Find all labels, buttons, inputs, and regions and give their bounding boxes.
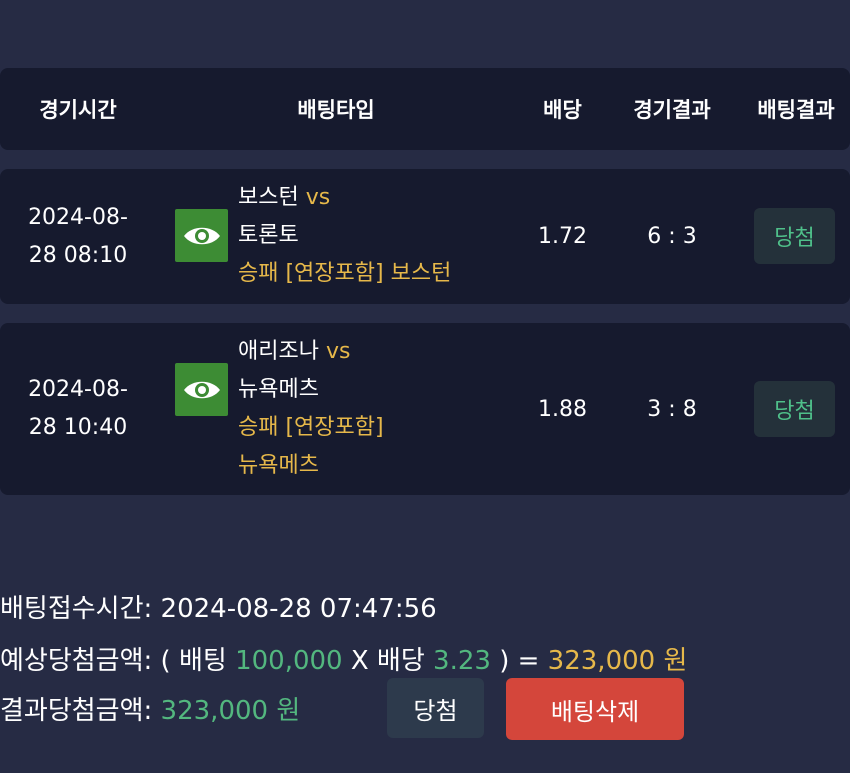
received-label: 배팅접수시간:	[0, 594, 153, 624]
expected-close: ) =	[499, 646, 540, 676]
home-team: 보스턴	[238, 185, 299, 210]
total-odds: 3.23	[433, 646, 491, 676]
bet-result-badge: 당첨	[754, 208, 835, 264]
vs-label: vs	[305, 185, 331, 210]
game-date: 2024-08-	[28, 204, 128, 230]
game-time: 2024-08- 28 08:10	[0, 169, 156, 304]
match-line: 보스턴 vs	[238, 179, 451, 217]
odds-value: 1.88	[538, 396, 587, 422]
view-button[interactable]	[175, 209, 228, 262]
table-row: 2024-08- 28 08:10 보스턴 vs 토론토 승패 [연장포함] 보…	[0, 169, 850, 304]
stake-amount: 100,000	[235, 646, 343, 676]
bet-pick: 승패 [연장포함]	[238, 415, 384, 440]
bet-pick-team: 뉴욕메츠	[238, 453, 319, 478]
expected-amount: 323,000 원	[547, 646, 688, 676]
game-score: 6 : 3	[647, 224, 697, 249]
header-game-result: 경기결과	[633, 98, 711, 122]
view-button[interactable]	[175, 363, 228, 416]
received-value: 2024-08-28 07:47:56	[160, 594, 437, 624]
game-clock: 28 10:40	[28, 415, 128, 440]
away-team: 토론토	[238, 223, 299, 248]
odds-value: 1.72	[538, 224, 587, 249]
expected-open: ( 배팅	[160, 646, 227, 676]
table-header: 경기시간 배팅타입 배당 경기결과 배팅결과	[0, 68, 850, 150]
result-winnings: 결과당첨금액: 323,000 원	[0, 690, 300, 727]
game-clock: 28 08:10	[28, 242, 128, 268]
expected-mult: X 배당	[350, 646, 425, 676]
header-odds: 배당	[543, 98, 582, 122]
header-bet-result: 배팅결과	[757, 98, 835, 122]
away-team: 뉴욕메츠	[238, 377, 319, 402]
header-bet-type: 배팅타입	[297, 98, 375, 122]
header-time: 경기시간	[39, 98, 117, 122]
received-time: 배팅접수시간: 2024-08-28 07:47:56	[0, 588, 437, 625]
bet-result-badge: 당첨	[754, 381, 835, 437]
bet-pick: 승패 [연장포함] 보스턴	[238, 261, 452, 286]
table-row: 2024-08- 28 10:40 애리조나 vs 뉴욕메츠 승패 [연장포함]…	[0, 323, 850, 495]
bet-type: 애리조나 vs 뉴욕메츠 승패 [연장포함] 뉴욕메츠	[238, 333, 384, 485]
expected-label: 예상당첨금액:	[0, 646, 153, 676]
home-team: 애리조나	[238, 339, 319, 364]
eye-icon	[183, 381, 220, 398]
result-label: 결과당첨금액:	[0, 696, 153, 726]
bet-type: 보스턴 vs 토론토 승패 [연장포함] 보스턴	[238, 179, 451, 293]
game-score: 3 : 8	[647, 396, 697, 422]
result-amount: 323,000 원	[160, 696, 301, 726]
vs-label: vs	[325, 339, 351, 364]
expected-winnings: 예상당첨금액: ( 배팅 100,000 X 배당 3.23 ) = 323,0…	[0, 640, 687, 677]
game-date: 2024-08-	[28, 377, 128, 402]
win-button[interactable]: 당첨	[387, 678, 484, 738]
delete-bet-button[interactable]: 배팅삭제	[506, 678, 684, 740]
match-line: 애리조나 vs	[238, 333, 384, 371]
game-time: 2024-08- 28 10:40	[0, 323, 156, 495]
eye-icon	[183, 227, 220, 244]
